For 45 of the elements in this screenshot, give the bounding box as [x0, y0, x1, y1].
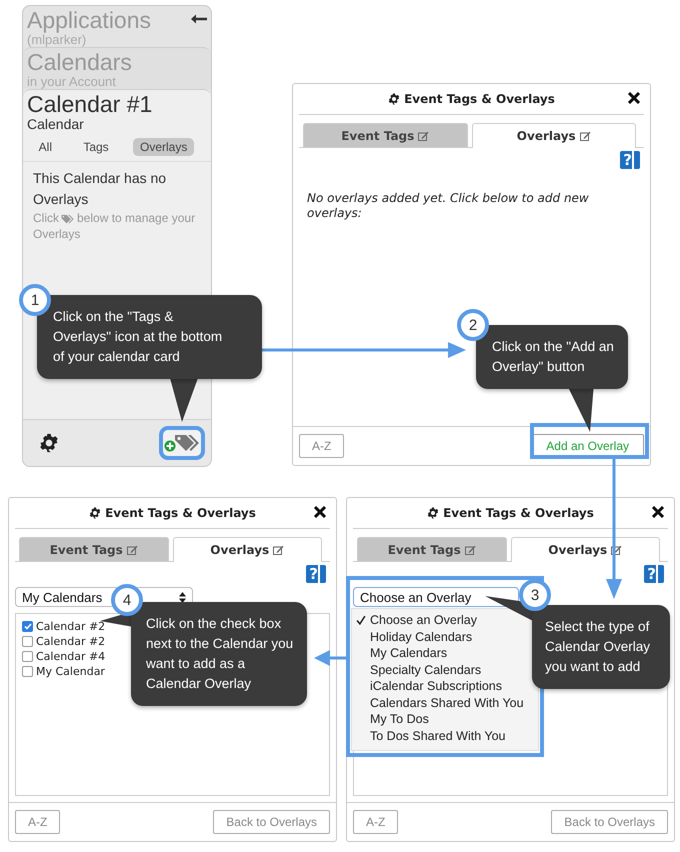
dropdown-option[interactable]: Calendars Shared With You	[370, 694, 524, 711]
filter-tab[interactable]: Tags	[76, 138, 116, 156]
help-video-button[interactable]: ?	[644, 565, 664, 583]
sort-button[interactable]: A-Z	[353, 810, 398, 834]
dialog-tab[interactable]: Overlays	[510, 537, 660, 562]
dialog-tab[interactable]: Event Tags	[303, 123, 468, 147]
back-button[interactable]: Back to Overlays	[551, 810, 668, 834]
dropdown-option[interactable]: iCalendar Subscriptions	[370, 678, 502, 694]
back-button[interactable]: Back to Overlays	[213, 810, 330, 834]
filter-tab[interactable]: All	[32, 138, 59, 156]
calendar-subtitle: Calendar	[27, 116, 85, 132]
dialog-title: Event Tags & Overlays	[404, 92, 555, 106]
dropdown-option[interactable]: Holiday Calendars	[370, 628, 472, 645]
calendar-label: My Calendar	[36, 665, 105, 678]
hint-text: below to manage your	[77, 211, 196, 225]
calendar-label: Calendar #2	[36, 635, 106, 648]
dialog-tab[interactable]: Overlays	[172, 537, 322, 562]
callout-text: Select the type of Calendar Overlay you want to add	[532, 605, 670, 689]
empty-message: No overlays added yet. Click below to add new overlays:	[306, 190, 590, 221]
dialog-tab[interactable]: Event Tags	[357, 537, 506, 561]
callout-text: Click on the "Tags & Overlays" icon at the bottom of your calendar card	[37, 295, 262, 379]
hint-text: Click	[33, 211, 59, 225]
dropdown-option[interactable]: Choose an Overlay	[370, 612, 478, 628]
breadcrumb-subtitle: (mlparker)	[27, 32, 86, 47]
empty-message: This Calendar has no Overlays	[32, 169, 168, 209]
dialog-title: Event Tags & Overlays	[105, 506, 256, 520]
calendar-label: Calendar #4	[36, 650, 106, 663]
overlay-type-select[interactable]: Choose an Overlay	[353, 587, 519, 607]
calendar-title: Calendar #1	[27, 92, 154, 116]
dropdown-option[interactable]: My To Dos	[370, 711, 429, 728]
filter-tab[interactable]: Overlays	[132, 138, 194, 156]
callout-text: Click on the check box next to the Calendar you want to add as a Calendar Overlay	[131, 602, 307, 706]
sort-button[interactable]: A-Z	[15, 810, 60, 834]
dropdown-option[interactable]: My Calendars	[370, 645, 448, 662]
dropdown-option[interactable]: Specialty Calendars	[370, 662, 482, 678]
hint-text: Overlays	[33, 227, 80, 241]
callout-text: Click on the "Add an Overlay" button	[476, 325, 628, 389]
dialog-title: Event Tags & Overlays	[443, 506, 594, 520]
dialog-tab[interactable]: Event Tags	[19, 537, 168, 561]
calendar-label: Calendar #2	[36, 620, 106, 633]
help-video-button[interactable]: ?	[306, 565, 326, 583]
dropdown-option[interactable]: To Dos Shared With You	[370, 728, 506, 744]
help-video-button[interactable]: ?	[620, 151, 640, 169]
dialog-tab[interactable]: Overlays	[472, 123, 636, 148]
sort-button[interactable]: A-Z	[299, 434, 344, 458]
